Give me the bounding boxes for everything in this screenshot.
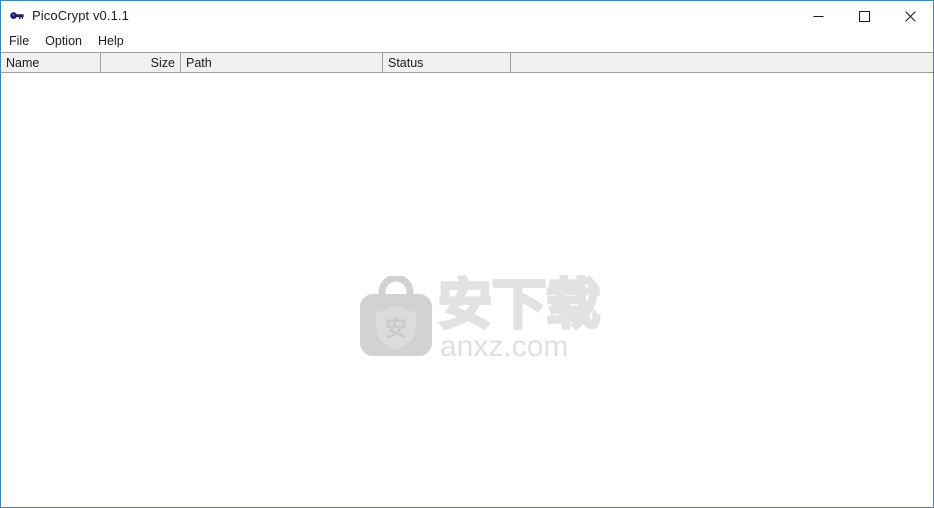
window-title: PicoCrypt v0.1.1: [32, 8, 129, 23]
column-header-name[interactable]: Name: [1, 53, 101, 72]
maximize-icon: [858, 10, 870, 22]
window-controls: [795, 1, 933, 31]
menu-item-file[interactable]: File: [9, 32, 36, 51]
menu-bar: File Option Help: [1, 31, 933, 52]
close-button[interactable]: [887, 1, 933, 31]
key-icon: [10, 12, 24, 20]
app-window: PicoCrypt v0.1.1 File Option Help Name S…: [0, 0, 934, 508]
watermark-domain-text: anxz.com: [440, 330, 569, 363]
column-header-path[interactable]: Path: [181, 53, 383, 72]
menu-item-option[interactable]: Option: [45, 32, 89, 51]
minimize-icon: [813, 15, 823, 17]
column-header-status[interactable]: Status: [383, 53, 511, 72]
close-icon: [904, 10, 916, 22]
menu-item-help[interactable]: Help: [98, 32, 131, 51]
title-bar[interactable]: PicoCrypt v0.1.1: [1, 1, 933, 31]
watermark-chinese-text: 安下载: [437, 273, 602, 336]
file-list-view: Name Size Path Status 安 安下载 anxz.com: [1, 52, 933, 507]
watermark-text-block: 安下载 anxz.com: [437, 273, 602, 363]
list-header-row: Name Size Path Status: [1, 52, 933, 73]
file-list-body[interactable]: 安 安下载 anxz.com: [1, 73, 933, 507]
maximize-button[interactable]: [841, 1, 887, 31]
watermark: 安 安下载 anxz.com: [358, 274, 602, 368]
column-header-size[interactable]: Size: [101, 53, 181, 72]
svg-text:安: 安: [385, 316, 407, 342]
column-header-extra[interactable]: [511, 53, 933, 72]
briefcase-shield-icon: 安: [360, 276, 432, 356]
minimize-button[interactable]: [795, 1, 841, 31]
